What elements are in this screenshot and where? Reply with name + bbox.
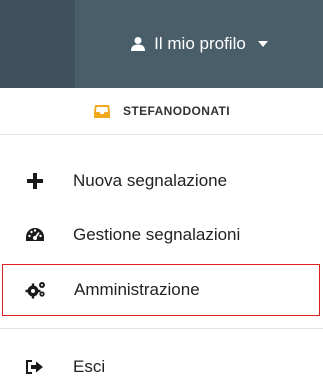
sign-out-icon — [18, 360, 52, 374]
user-info-row: STEFANODONATI — [0, 88, 323, 135]
menu-item-label: Amministrazione — [74, 280, 200, 299]
menu-item-amministrazione[interactable]: Amministrazione — [2, 264, 320, 316]
tachometer-icon — [18, 227, 52, 243]
menu-item-nuova-segnalazione[interactable]: Nuova segnalazione — [0, 155, 323, 207]
top-navbar: Il mio profilo — [0, 0, 323, 88]
plus-icon — [18, 173, 52, 189]
user-icon — [131, 37, 146, 51]
inbox-icon — [94, 105, 110, 118]
cogs-icon — [19, 281, 53, 299]
menu-item-label: Gestione segnalazioni — [73, 225, 241, 244]
caret-down-icon — [257, 41, 268, 47]
username: STEFANODONATI — [123, 104, 230, 118]
menu-item-gestione-segnalazioni[interactable]: Gestione segnalazioni — [0, 209, 323, 261]
menu-item-esci[interactable]: Esci — [0, 345, 323, 389]
menu-divider — [0, 328, 323, 329]
navbar-left-block — [0, 0, 75, 88]
profile-dropdown-toggle[interactable]: Il mio profilo — [75, 0, 323, 88]
menu-item-label: Nuova segnalazione — [73, 171, 228, 190]
profile-label: Il mio profilo — [154, 34, 246, 53]
menu-item-label: Esci — [73, 357, 106, 376]
